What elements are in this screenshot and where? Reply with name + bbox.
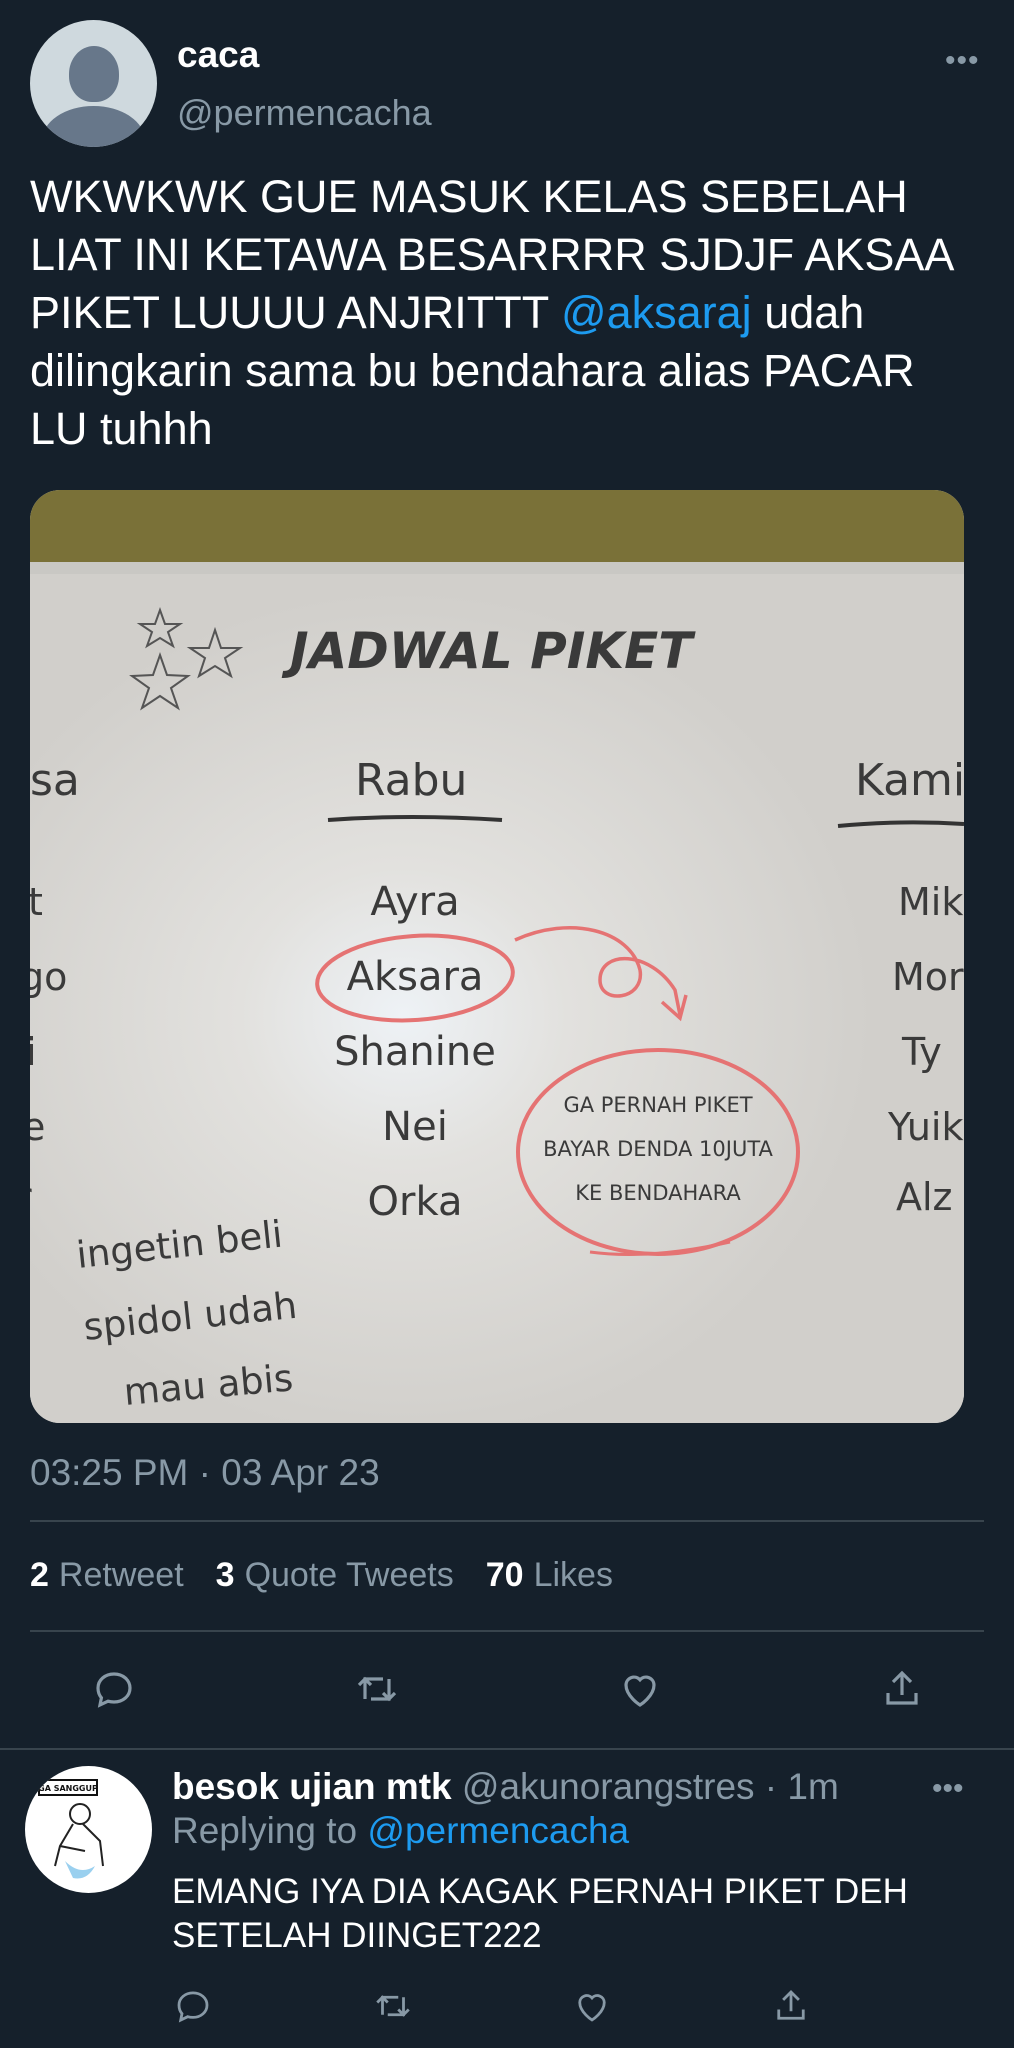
day-left: sa xyxy=(30,755,80,806)
right-name: Alz xyxy=(896,1175,953,1219)
likes-stat[interactable]: 70 Likes xyxy=(486,1556,613,1595)
author-display-name[interactable]: caca xyxy=(177,34,259,76)
quote-stat[interactable]: 3 Quote Tweets xyxy=(216,1556,454,1595)
day-right: Kami xyxy=(855,755,964,806)
default-avatar-body xyxy=(42,106,145,147)
note-line: GA PERNAH PIKET xyxy=(563,1093,752,1117)
left-name: go xyxy=(30,955,67,999)
avatar-sign-text: GA SANGGUP xyxy=(38,1784,98,1793)
note-line: BAYAR DENDA 10JUTA xyxy=(543,1137,773,1161)
center-name: Ayra xyxy=(370,879,459,925)
center-name: Orka xyxy=(368,1179,463,1225)
reply-header: besok ujian mtk @akunorangstres · 1m xyxy=(172,1766,839,1808)
center-name: Nei xyxy=(382,1104,448,1150)
board-frame xyxy=(30,562,964,576)
board-title: JADWAL PIKET xyxy=(281,622,696,680)
center-name: Shanine xyxy=(334,1029,496,1075)
likes-label: Likes xyxy=(533,1556,613,1594)
avatar-figure-head xyxy=(69,1803,91,1825)
retweet-count: 2 xyxy=(30,1556,49,1594)
reply-text: EMANG IYA DIA KAGAK PERNAH PIKET DEH SET… xyxy=(172,1872,908,1955)
replying-to: Replying to @permencacha xyxy=(172,1810,629,1852)
note-line: KE BENDAHARA xyxy=(575,1181,741,1205)
right-name: Mor xyxy=(892,955,964,999)
like-icon[interactable] xyxy=(571,1985,613,2032)
replying-handle-link[interactable]: @permencacha xyxy=(367,1810,629,1851)
replying-label: Replying to xyxy=(172,1810,368,1851)
reply-icon[interactable] xyxy=(172,1985,214,2032)
reply-action-bar xyxy=(172,1985,812,2032)
tweet-action-bar xyxy=(90,1665,926,1718)
left-name: t xyxy=(30,880,43,924)
day-center: Rabu xyxy=(355,755,467,806)
whiteboard-photo: JADWAL PIKET sa Rabu Kami t go i e r Ayr… xyxy=(30,490,964,1423)
avatar[interactable] xyxy=(30,20,157,147)
avatar-tears xyxy=(65,1861,95,1879)
reply-avatar[interactable]: GA SANGGUP xyxy=(25,1766,152,1893)
retweet-stat[interactable]: 2 Retweet xyxy=(30,1556,184,1595)
reply-icon[interactable] xyxy=(90,1665,138,1718)
share-icon[interactable] xyxy=(878,1665,926,1718)
right-name: Yuik xyxy=(887,1105,964,1149)
left-name: e xyxy=(30,1105,45,1149)
left-name: i xyxy=(30,1030,37,1074)
reply-handle-time[interactable]: @akunorangstres · 1m xyxy=(452,1766,839,1807)
more-horizontal-icon[interactable]: ••• xyxy=(945,44,980,78)
quote-label: Quote Tweets xyxy=(244,1556,454,1594)
retweet-label: Retweet xyxy=(58,1556,184,1594)
retweet-icon[interactable] xyxy=(371,1985,415,2032)
author-handle[interactable]: @permencacha xyxy=(177,92,432,134)
default-avatar-head xyxy=(69,46,119,102)
more-horizontal-icon[interactable]: ••• xyxy=(932,1772,964,1806)
retweet-icon[interactable] xyxy=(352,1665,402,1718)
right-name: Mik xyxy=(898,880,963,924)
wall xyxy=(30,490,964,568)
tweet-text: WKWKWK GUE MASUK KELAS SEBELAH LIAT INI … xyxy=(30,168,980,458)
divider xyxy=(0,1748,1014,1750)
like-icon[interactable] xyxy=(616,1665,664,1718)
divider xyxy=(30,1520,984,1522)
tweet-timestamp[interactable]: 03:25 PM · 03 Apr 23 xyxy=(30,1452,380,1494)
reply-avatar-drawing: GA SANGGUP xyxy=(38,1779,104,1879)
quote-count: 3 xyxy=(215,1556,235,1594)
reply-display-name[interactable]: besok ujian mtk xyxy=(172,1766,452,1807)
likes-count: 70 xyxy=(485,1556,524,1594)
avatar-figure-body xyxy=(54,1823,104,1867)
divider xyxy=(30,1630,984,1632)
right-name: Ty xyxy=(901,1030,942,1074)
share-icon[interactable] xyxy=(770,1985,812,2032)
mention-link[interactable]: @aksaraj xyxy=(561,287,752,338)
center-name: Aksara xyxy=(347,954,484,1000)
tweet-photo[interactable]: JADWAL PIKET sa Rabu Kami t go i e r Ayr… xyxy=(30,490,964,1423)
tweet-stats: 2 Retweet 3 Quote Tweets 70 Likes xyxy=(30,1556,613,1595)
tweet-detail-page: caca @permencacha ••• WKWKWK GUE MASUK K… xyxy=(0,0,1014,2048)
